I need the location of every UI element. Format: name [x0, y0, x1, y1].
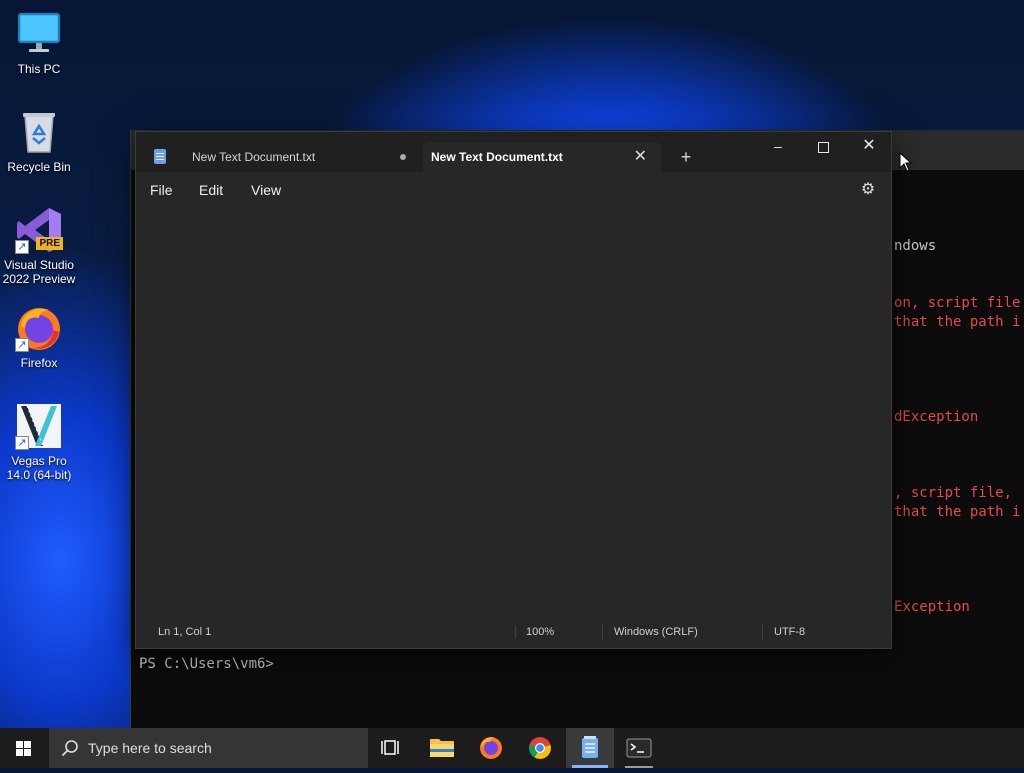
gear-icon[interactable]: ⚙ [859, 181, 877, 199]
shortcut-arrow-icon: ↗ [15, 436, 29, 450]
chrome-icon [529, 737, 551, 759]
preview-badge: PRE [36, 237, 63, 250]
terminal-icon [626, 738, 652, 758]
firefox-icon: ↗ [15, 304, 63, 352]
terminal-output-line: , script file, [894, 485, 1013, 501]
search-placeholder: Type here to search [88, 740, 212, 756]
maximize-icon [817, 141, 829, 153]
menu-bar: File Edit View ⚙ [136, 172, 891, 208]
menu-view[interactable]: View [251, 172, 281, 208]
desktop-icon-label: Firefox [20, 356, 58, 370]
shortcut-arrow-icon: ↗ [15, 338, 29, 352]
desktop-icon-recycle-bin[interactable]: Recycle Bin [0, 108, 78, 174]
desktop-icon-label: Vegas Pro 14.0 (64-bit) [6, 454, 72, 482]
search-icon [61, 740, 78, 757]
tab-new-text-document-2[interactable]: New Text Document.txt ✕ [423, 142, 661, 172]
close-tab-icon[interactable]: ✕ [634, 142, 647, 172]
tab-title: New Text Document.txt [192, 150, 316, 164]
task-view-button[interactable] [368, 728, 416, 768]
close-window-button[interactable]: ✕ [846, 132, 892, 160]
shortcut-arrow-icon: ↗ [15, 240, 29, 254]
windows-logo-pane [24, 749, 31, 756]
zoom-level[interactable]: 100% [526, 616, 554, 648]
text-editor-area[interactable] [136, 208, 891, 616]
menu-edit[interactable]: Edit [199, 172, 223, 208]
desktop-icon-vegas-pro[interactable]: ↗ Vegas Pro 14.0 (64-bit) [0, 402, 78, 482]
terminal-output-line: Exception [894, 599, 970, 615]
mouse-cursor-icon [899, 151, 913, 172]
visual-studio-icon: PRE ↗ [15, 206, 63, 254]
taskbar: Type here to search [0, 728, 1024, 768]
terminal-prompt[interactable]: PS C:\Users\vm6> [139, 656, 274, 672]
firefox-icon [480, 737, 502, 759]
unsaved-dot-icon [400, 154, 406, 160]
desktop-icon-this-pc[interactable]: This PC [0, 10, 78, 76]
desktop-icon-visual-studio[interactable]: PRE ↗ Visual Studio 2022 Preview [0, 206, 78, 286]
vegas-pro-icon: ↗ [15, 402, 63, 450]
minimize-button[interactable]: – [755, 132, 801, 160]
new-tab-button[interactable]: + [678, 142, 694, 172]
terminal-output-line: on, script file [894, 295, 1021, 311]
recycle-bin-icon [15, 108, 63, 156]
notepad-icon [582, 736, 598, 758]
taskbar-terminal[interactable] [615, 728, 663, 768]
status-divider [762, 625, 763, 639]
tab-new-text-document-1[interactable]: New Text Document.txt [146, 142, 422, 172]
notepad-file-icon [154, 149, 166, 164]
task-view-icon [381, 740, 399, 755]
notepad-window[interactable]: New Text Document.txt New Text Document.… [135, 131, 892, 649]
desktop-icon-label: Recycle Bin [7, 160, 71, 174]
status-bar: Ln 1, Col 1 100% Windows (CRLF) UTF-8 [136, 616, 891, 648]
desktop-icon-label: Visual Studio 2022 Preview [2, 258, 76, 286]
desktop-icon-label: This PC [17, 62, 61, 76]
taskbar-firefox[interactable] [467, 728, 515, 768]
windows-logo-pane [16, 749, 23, 756]
taskbar-search-box[interactable]: Type here to search [49, 728, 368, 768]
menu-file[interactable]: File [150, 172, 173, 208]
cursor-position: Ln 1, Col 1 [158, 626, 212, 638]
taskbar-notepad[interactable] [566, 728, 614, 768]
monitor-icon [15, 10, 63, 58]
windows-logo-icon [16, 741, 23, 748]
windows-logo-pane [24, 741, 31, 748]
tab-title: New Text Document.txt [431, 150, 563, 164]
terminal-output-line: that the path i [894, 504, 1021, 520]
terminal-output-line: that the path i [894, 314, 1021, 330]
line-ending[interactable]: Windows (CRLF) [614, 616, 698, 648]
maximize-button[interactable] [800, 132, 846, 160]
terminal-output-line: ndows [894, 238, 937, 254]
taskbar-file-explorer[interactable] [418, 728, 466, 768]
desktop-icon-firefox[interactable]: ↗ Firefox [0, 304, 78, 370]
start-button[interactable] [0, 728, 48, 768]
terminal-output-line: dException [894, 409, 979, 425]
encoding[interactable]: UTF-8 [774, 616, 805, 648]
status-divider [602, 625, 603, 639]
taskbar-chrome[interactable] [516, 728, 564, 768]
folder-icon [430, 739, 454, 757]
notepad-titlebar[interactable]: New Text Document.txt New Text Document.… [136, 132, 891, 172]
status-divider [515, 625, 516, 639]
